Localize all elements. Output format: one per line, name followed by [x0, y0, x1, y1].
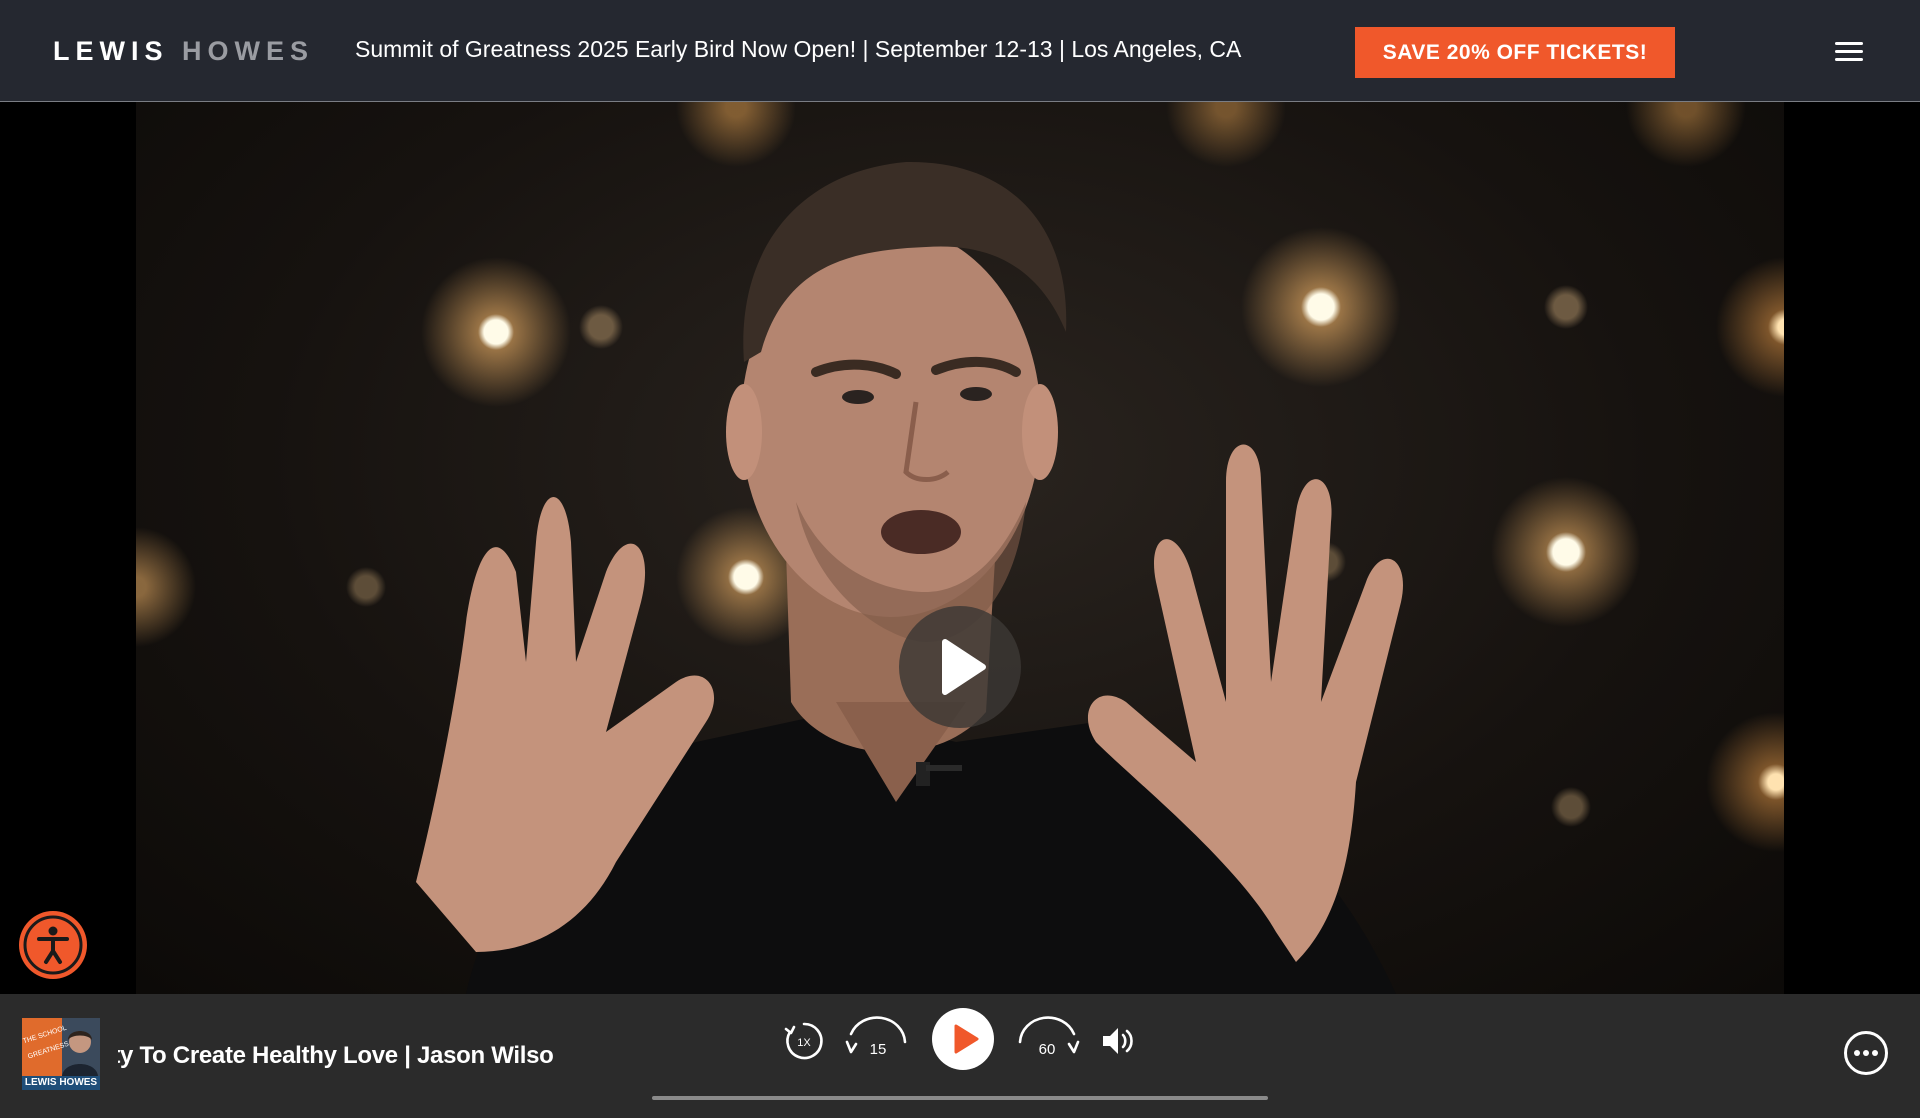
- cover-label: LEWIS HOWES: [22, 1076, 100, 1090]
- logo-first-word: LEWIS: [53, 36, 169, 66]
- rewind-icon: 15: [845, 1016, 907, 1058]
- forward-icon: 60: [1018, 1016, 1080, 1058]
- accessibility-person-icon: [23, 915, 83, 975]
- forward-label: 60: [1039, 1041, 1056, 1058]
- save-tickets-button[interactable]: SAVE 20% OFF TICKETS!: [1355, 27, 1675, 78]
- rewind-label: 15: [870, 1041, 887, 1058]
- more-options-button[interactable]: [1843, 1030, 1889, 1076]
- playback-speed-icon: 1X: [784, 1022, 823, 1060]
- video-stage: [0, 102, 1920, 994]
- speaker-image: [416, 161, 1403, 994]
- player-play-button[interactable]: [932, 1008, 994, 1070]
- episode-title-marquee[interactable]: ity To Create Healthy Love | Jason Wilso: [118, 1042, 555, 1076]
- playback-speed-button[interactable]: 1X: [782, 1019, 826, 1063]
- episode-title: ity To Create Healthy Love | Jason Wilso: [118, 1042, 554, 1069]
- forward-60-button[interactable]: 60: [1016, 1012, 1080, 1068]
- video-play-button[interactable]: [899, 606, 1021, 728]
- episode-cover-art[interactable]: THE SCHOOL GREATNESS LEWIS HOWES: [22, 1018, 100, 1090]
- video-frame[interactable]: [136, 102, 1784, 994]
- more-options-icon: [1844, 1031, 1888, 1075]
- top-header: LEWIS HOWES Summit of Greatness 2025 Ear…: [0, 0, 1920, 102]
- site-logo[interactable]: LEWIS HOWES: [53, 36, 314, 67]
- accessibility-button[interactable]: [19, 911, 87, 979]
- hamburger-menu-icon[interactable]: [1835, 40, 1865, 64]
- playback-progress-bar[interactable]: [652, 1096, 1268, 1100]
- speed-label: 1X: [797, 1037, 811, 1049]
- player-play-icon: [932, 1008, 994, 1070]
- play-icon: [942, 639, 986, 695]
- rewind-15-button[interactable]: 15: [845, 1012, 909, 1068]
- volume-icon: [1103, 1028, 1133, 1054]
- volume-button[interactable]: [1100, 1024, 1136, 1058]
- announcement-text: Summit of Greatness 2025 Early Bird Now …: [355, 36, 1242, 62]
- logo-second-word: HOWES: [182, 36, 315, 66]
